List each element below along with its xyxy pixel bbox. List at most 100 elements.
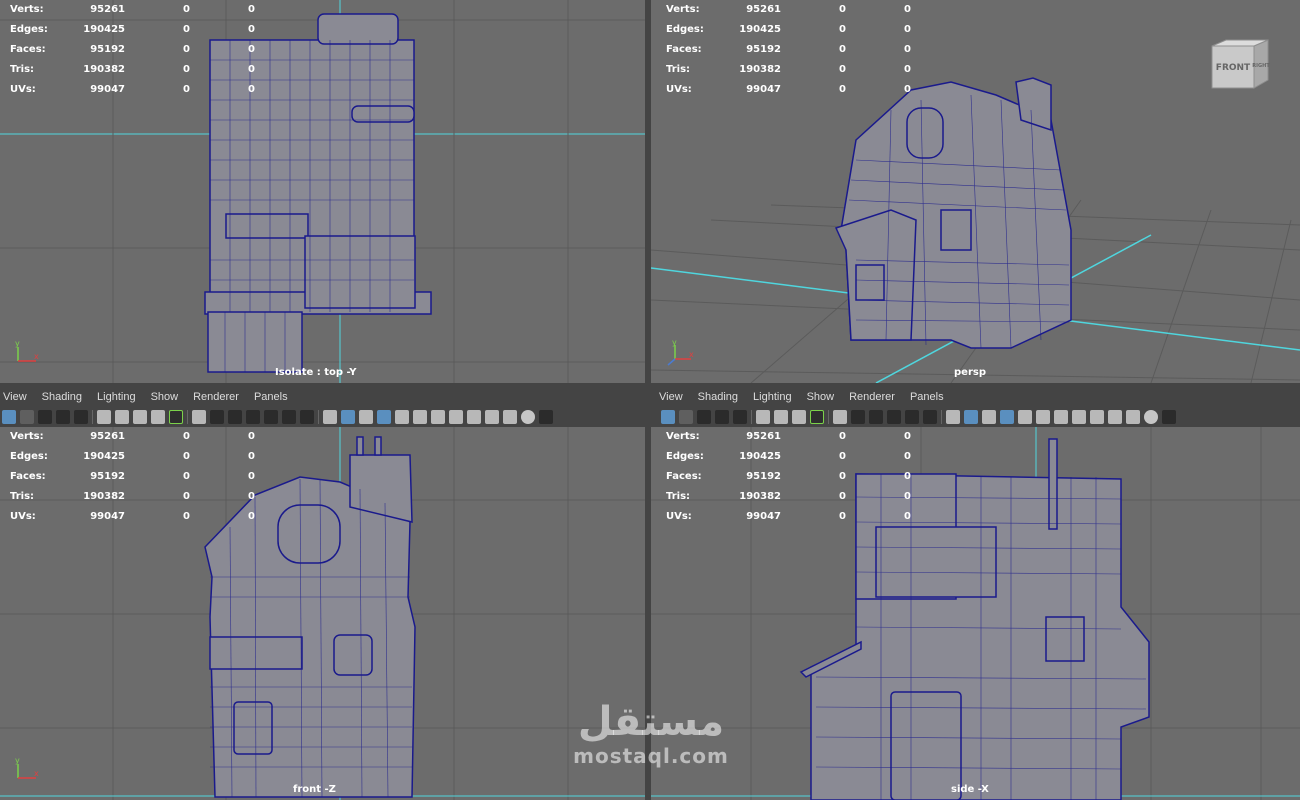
- camera-icon[interactable]: [97, 410, 111, 424]
- axis-gizmo-icon: y x: [667, 339, 694, 366]
- viewport-top[interactable]: Verts: 95261 0 0 Edges: 190425 0 0 Faces: 95192…: [0, 0, 645, 383]
- textured-icon[interactable]: [395, 410, 409, 424]
- camera-attributes-icon[interactable]: [679, 410, 693, 424]
- axis-gizmo-icon: y x: [15, 756, 39, 779]
- wireframe-shaded-icon[interactable]: [377, 410, 391, 424]
- viewport-persp[interactable]: Verts: 95261 0 0 Edges: 190425 0 0 Faces: 95192…: [651, 0, 1300, 383]
- screen-space-ao-icon[interactable]: [449, 410, 463, 424]
- screen-space-ao-icon[interactable]: [1072, 410, 1086, 424]
- field-chart-icon[interactable]: [264, 410, 278, 424]
- shadows-icon[interactable]: [1054, 410, 1068, 424]
- menu-lighting[interactable]: Lighting: [753, 391, 792, 403]
- hud-label: UVs:: [10, 84, 36, 95]
- axis-y-label: y: [15, 339, 20, 348]
- shadows-icon[interactable]: [431, 410, 445, 424]
- menu-renderer[interactable]: Renderer: [849, 391, 895, 403]
- wireframe-icon[interactable]: [946, 410, 960, 424]
- xray-icon[interactable]: [539, 410, 553, 424]
- smooth-shade-icon[interactable]: [341, 410, 355, 424]
- viewport-front[interactable]: Verts: 95261 0 0 Edges: 190425 0 0 Faces: 95192…: [0, 427, 645, 800]
- select-camera-icon[interactable]: [2, 410, 16, 424]
- hud-sel-b: 0: [904, 451, 911, 462]
- safe-action-icon[interactable]: [905, 410, 919, 424]
- isolate-select-icon[interactable]: [521, 410, 535, 424]
- watermark-arabic: مستقل: [577, 699, 725, 745]
- hud-label: Edges:: [666, 24, 704, 35]
- hud-label: UVs:: [666, 84, 692, 95]
- default-material-icon[interactable]: [359, 410, 373, 424]
- bookmark-icon[interactable]: [38, 410, 52, 424]
- 2d-pan-icon[interactable]: [733, 410, 747, 424]
- hud-sel-b: 0: [248, 431, 255, 442]
- video-camera-icon[interactable]: [774, 410, 788, 424]
- grid-icon[interactable]: [192, 410, 206, 424]
- axis-x-label: x: [34, 352, 39, 361]
- anti-alias-icon[interactable]: [485, 410, 499, 424]
- video-camera-icon[interactable]: [115, 410, 129, 424]
- safe-action-icon[interactable]: [282, 410, 296, 424]
- hud-value: 190382: [739, 491, 781, 502]
- xray-icon[interactable]: [1162, 410, 1176, 424]
- default-material-icon[interactable]: [982, 410, 996, 424]
- hud-label: Tris:: [666, 64, 691, 75]
- menu-shading[interactable]: Shading: [42, 391, 82, 403]
- depth-of-field-icon[interactable]: [1126, 410, 1140, 424]
- hud-label: Tris:: [10, 491, 35, 502]
- menu-show[interactable]: Show: [807, 391, 835, 403]
- image-plane-icon[interactable]: [56, 410, 70, 424]
- hud-label: Faces:: [666, 471, 702, 482]
- resolution-gate-icon[interactable]: [869, 410, 883, 424]
- depth-of-field-icon[interactable]: [503, 410, 517, 424]
- motion-blur-icon[interactable]: [467, 410, 481, 424]
- 2d-pan-icon[interactable]: [74, 410, 88, 424]
- hud-value: 95261: [746, 431, 781, 442]
- bookmark-icon[interactable]: [697, 410, 711, 424]
- axis-x-label: x: [34, 769, 39, 778]
- menu-lighting[interactable]: Lighting: [97, 391, 136, 403]
- gate-mask-icon[interactable]: [887, 410, 901, 424]
- film-gate-icon[interactable]: [210, 410, 224, 424]
- bookmark-flag-icon[interactable]: [133, 410, 147, 424]
- menu-shading[interactable]: Shading: [698, 391, 738, 403]
- grease-pencil-icon[interactable]: [151, 410, 165, 424]
- wireframe-icon[interactable]: [323, 410, 337, 424]
- wireframe-on-shaded-icon[interactable]: [810, 410, 824, 424]
- bookmark-flag-icon[interactable]: [792, 410, 806, 424]
- hud-value: 190382: [739, 64, 781, 75]
- lights-icon[interactable]: [413, 410, 427, 424]
- grid-icon[interactable]: [833, 410, 847, 424]
- resolution-gate-icon[interactable]: [228, 410, 242, 424]
- menu-panels[interactable]: Panels: [910, 391, 944, 403]
- panel-menubar-front: View Shading Lighting Show Renderer Pane…: [0, 387, 645, 407]
- safe-title-icon[interactable]: [923, 410, 937, 424]
- lights-icon[interactable]: [1036, 410, 1050, 424]
- hud-sel-a: 0: [183, 451, 190, 462]
- smooth-shade-icon[interactable]: [964, 410, 978, 424]
- menu-panels[interactable]: Panels: [254, 391, 288, 403]
- axis-gizmo-icon: y x: [15, 339, 39, 362]
- camera-attributes-icon[interactable]: [20, 410, 34, 424]
- hud-value: 99047: [746, 84, 781, 95]
- motion-blur-icon[interactable]: [1090, 410, 1104, 424]
- hud-value: 190425: [83, 24, 125, 35]
- isolate-select-icon[interactable]: [1144, 410, 1158, 424]
- hud-sel-b: 0: [248, 4, 255, 15]
- menu-view[interactable]: View: [659, 391, 683, 403]
- hud-sel-a: 0: [183, 24, 190, 35]
- wireframe-shaded-icon[interactable]: [1000, 410, 1014, 424]
- menu-view[interactable]: View: [3, 391, 27, 403]
- gate-mask-icon[interactable]: [246, 410, 260, 424]
- textured-icon[interactable]: [1018, 410, 1032, 424]
- anti-alias-icon[interactable]: [1108, 410, 1122, 424]
- viewcube-icon[interactable]: FRONT RIGHT: [1210, 38, 1272, 90]
- safe-title-icon[interactable]: [300, 410, 314, 424]
- wireframe-on-shaded-icon[interactable]: [169, 410, 183, 424]
- camera-icon[interactable]: [756, 410, 770, 424]
- separator: [92, 410, 93, 424]
- viewport-side[interactable]: Verts: 95261 0 0 Edges: 190425 0 0 Faces: 95192…: [651, 427, 1300, 800]
- select-camera-icon[interactable]: [661, 410, 675, 424]
- menu-show[interactable]: Show: [151, 391, 179, 403]
- image-plane-icon[interactable]: [715, 410, 729, 424]
- film-gate-icon[interactable]: [851, 410, 865, 424]
- menu-renderer[interactable]: Renderer: [193, 391, 239, 403]
